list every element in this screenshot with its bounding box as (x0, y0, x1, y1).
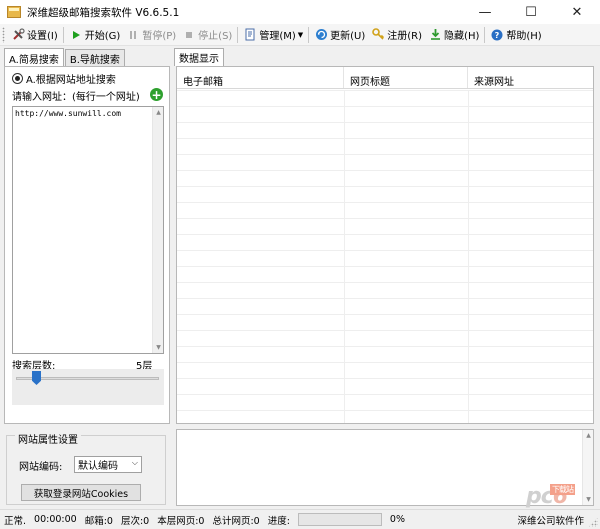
dropdown-arrow-icon: ▼ (297, 30, 304, 39)
progress-bar (297, 513, 382, 526)
help-button[interactable]: ? 帮助(H) (487, 25, 544, 45)
add-url-button[interactable]: + (150, 88, 163, 101)
start-label: 开始(G) (84, 31, 121, 42)
app-icon (7, 6, 21, 18)
get-cookies-button[interactable]: 获取登录网站Cookies (21, 484, 141, 501)
radio-label: A.根据网站地址搜索 (26, 75, 116, 86)
register-label: 注册(R) (387, 31, 423, 42)
radio-selected[interactable] (12, 73, 23, 84)
column-email[interactable]: 电子邮箱 (177, 67, 344, 88)
status-bar: 正常. 00:00:00 邮箱:0 层次:0 本层网页:0 总计网页:0 进度:… (0, 509, 600, 529)
stop-label: 停止(S) (198, 31, 233, 42)
slider-thumb[interactable] (32, 371, 41, 385)
key-icon (371, 28, 385, 42)
status-state: 正常. (4, 515, 27, 527)
play-icon (69, 28, 83, 42)
site-properties-title: 网站属性设置 (15, 431, 81, 446)
stop-button[interactable]: 停止(S) (179, 25, 235, 45)
watermark-sub: 下载站 (550, 484, 575, 495)
scroll-down-icon[interactable]: ▼ (153, 342, 164, 353)
pc6-watermark-logo: pc 6 下载站 (526, 483, 575, 509)
toolbar-separator (484, 26, 486, 43)
table-header: 电子邮箱 网页标题 来源网址 (177, 67, 593, 89)
toolbar-separator (237, 26, 239, 43)
pause-label: 暂停(P) (142, 31, 177, 42)
table-body (177, 90, 593, 423)
hide-label: 隐藏(H) (444, 31, 480, 42)
status-page-level: 本层网页:0 (157, 515, 205, 527)
simple-search-panel: A.根据网站地址搜索 请输入网址：(每行一个网址) + http://www.s… (4, 66, 170, 424)
title-bar: 深维超级邮箱搜索软件 V6.6.5.1 — ☐ ✕ (0, 0, 600, 24)
column-page-title[interactable]: 网页标题 (344, 67, 468, 88)
document-icon (243, 28, 257, 42)
search-by-url-option[interactable]: A.根据网站地址搜索 (12, 71, 116, 86)
site-properties-group: 网站属性设置 网站编码: 默认编码 ⌵ 获取登录网站Cookies (6, 431, 166, 505)
toolbar-grip[interactable] (2, 26, 5, 43)
manage-label: 管理(M) (259, 31, 296, 42)
help-label: 帮助(H) (506, 31, 542, 42)
tools-icon (11, 28, 25, 42)
status-elapsed: 00:00:00 (34, 514, 77, 525)
url-textarea[interactable]: http://www.sunwill.com ▲ ▼ (12, 106, 164, 354)
manage-button[interactable]: 管理(M) ▼ (240, 25, 306, 45)
plus-icon: + (151, 87, 162, 102)
refresh-icon (314, 28, 328, 42)
settings-label: 设置(I) (27, 31, 58, 42)
close-button[interactable]: ✕ (554, 0, 600, 24)
column-divider (344, 90, 345, 423)
toolbar-separator (62, 26, 64, 43)
url-prompt-label: 请输入网址：(每行一个网址) (12, 92, 140, 103)
toolbar-separator (308, 26, 310, 43)
status-company: 深维公司软件作 (517, 515, 584, 527)
pause-icon (126, 28, 140, 42)
svg-text:?: ? (495, 31, 500, 40)
status-level: 层次:0 (120, 515, 150, 527)
start-button[interactable]: 开始(G) (66, 25, 124, 45)
update-button[interactable]: 更新(U) (311, 25, 368, 45)
tab-simple-search[interactable]: A.简易搜索 (4, 48, 64, 67)
tab-navigation-search[interactable]: B.导航搜索 (64, 49, 125, 67)
pause-button[interactable]: 暂停(P) (123, 25, 179, 45)
chevron-down-icon: ⌵ (131, 458, 138, 467)
window-title: 深维超级邮箱搜索软件 V6.6.5.1 (27, 6, 180, 19)
hide-button[interactable]: 隐藏(H) (425, 25, 482, 45)
download-icon (428, 28, 442, 42)
encoding-select[interactable]: 默认编码 ⌵ (74, 456, 142, 473)
left-tab-strip: A.简易搜索 B.导航搜索 (4, 48, 126, 67)
maximize-button[interactable]: ☐ (508, 0, 554, 24)
toolbar: 设置(I) 开始(G) 暂停(P) 停止(S) 管理(M) ▼ 更新(U) 注册… (0, 24, 600, 46)
stop-icon (182, 28, 196, 42)
search-depth-slider[interactable] (12, 369, 164, 405)
status-progress-text: 0% (389, 514, 405, 525)
column-source-url[interactable]: 来源网址 (468, 67, 593, 88)
scroll-up-icon[interactable]: ▲ (583, 430, 594, 441)
scroll-up-icon[interactable]: ▲ (153, 107, 164, 118)
register-button[interactable]: 注册(R) (368, 25, 425, 45)
url-scrollbar[interactable]: ▲ ▼ (152, 107, 163, 353)
status-progress-label: 进度: (267, 515, 290, 527)
status-emails: 邮箱:0 (84, 515, 113, 527)
encoding-value: 默认编码 (78, 461, 118, 472)
settings-button[interactable]: 设置(I) (8, 25, 61, 45)
help-icon: ? (490, 28, 504, 42)
results-table[interactable]: 电子邮箱 网页标题 来源网址 (176, 66, 594, 424)
update-label: 更新(U) (330, 31, 366, 42)
column-divider (468, 90, 469, 423)
minimize-button[interactable]: — (462, 0, 508, 24)
url-text: http://www.sunwill.com (15, 109, 121, 118)
encoding-label: 网站编码: (19, 462, 63, 473)
window-controls: — ☐ ✕ (462, 0, 600, 24)
tab-data-display[interactable]: 数据显示 (174, 48, 224, 66)
status-total-pages: 总计网页:0 (212, 515, 260, 527)
